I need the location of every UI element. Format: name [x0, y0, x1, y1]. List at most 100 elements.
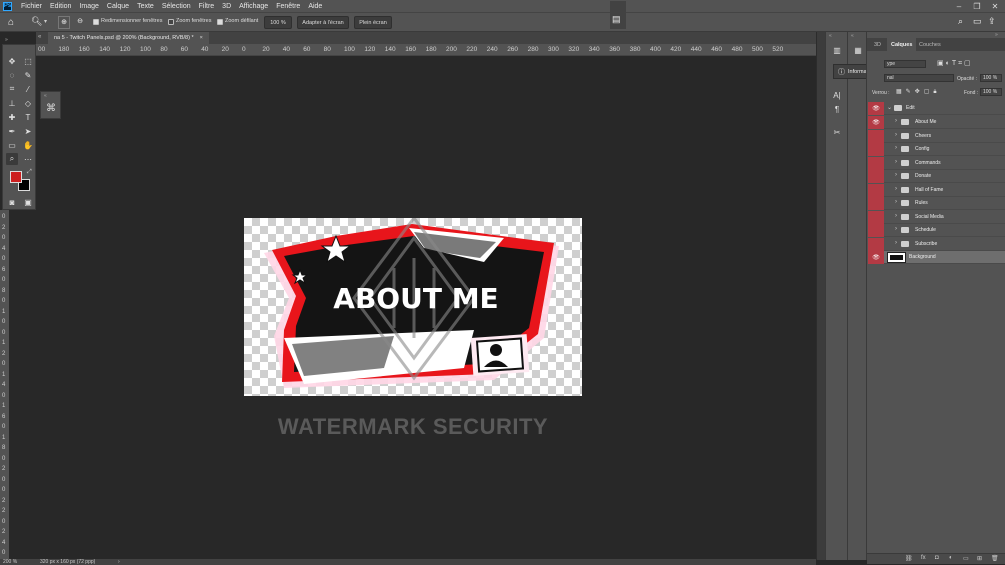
menu-affichage[interactable]: Affichage	[235, 3, 272, 10]
blend-mode-select[interactable]: nal	[884, 74, 954, 82]
menu-selection[interactable]: Sélection	[158, 3, 195, 10]
visibility-eye-icon[interactable]: 👁︎	[868, 251, 884, 264]
chevron-right-icon[interactable]: ›	[895, 118, 897, 124]
chevron-right-icon[interactable]: ›	[895, 186, 897, 192]
layer-kind-filter[interactable]: ype	[884, 60, 926, 68]
healing-tool-icon[interactable]: ✚	[6, 111, 18, 123]
document-canvas[interactable]: ABOUT ME	[244, 218, 582, 396]
fill-screen-button[interactable]: Plein écran	[354, 16, 392, 29]
menu-image[interactable]: Image	[75, 3, 102, 10]
visibility-eye-icon[interactable]: 👁︎	[868, 116, 884, 129]
zoom-all-windows-checkbox[interactable]	[168, 19, 174, 25]
menu-3d[interactable]: 3D	[218, 3, 235, 10]
link-layers-icon[interactable]: ⛓	[905, 555, 913, 562]
zoom-tool-icon[interactable]: ⌕	[6, 153, 18, 165]
visibility-eye-icon[interactable]	[868, 156, 884, 170]
layer-folder-row[interactable]: 👁︎ › About Me	[868, 116, 1005, 129]
menu-fichier[interactable]: Fichier	[17, 3, 46, 10]
collapse-toolbar-icon[interactable]: »	[5, 37, 8, 43]
layer-folder-row[interactable]: › Rules	[868, 197, 1005, 210]
visibility-eye-icon[interactable]	[868, 197, 884, 210]
status-zoom[interactable]: 200 %	[3, 559, 17, 565]
character-panel-icon[interactable]: A|	[830, 89, 844, 101]
menu-texte[interactable]: Texte	[133, 3, 158, 10]
new-group-icon[interactable]: ▭	[963, 555, 969, 562]
layer-folder-row[interactable]: › Schedule	[868, 224, 1005, 237]
document-tab[interactable]: na 5 - Twitch Panels.psd @ 200% (Backgro…	[48, 32, 209, 44]
hand-tool-icon[interactable]: ✋	[22, 139, 34, 151]
chevron-right-icon[interactable]: ›	[895, 132, 897, 138]
mini-panel-collapse-icon[interactable]: «	[44, 93, 47, 99]
glyph-panel-icon[interactable]: ⌘	[46, 103, 56, 114]
visibility-eye-icon[interactable]	[868, 170, 884, 183]
zoom-in-icon[interactable]: ⊕	[58, 16, 70, 29]
lock-icons[interactable]: ▦✎✥▢🔒︎	[896, 88, 941, 96]
arrange-documents-icon[interactable]: ▤	[612, 14, 621, 25]
share-icon[interactable]: ⇪	[988, 16, 996, 27]
add-mask-icon[interactable]: ◘	[935, 555, 939, 561]
shape-tool-icon[interactable]: ▭	[6, 139, 18, 151]
swap-colors-icon[interactable]: ⤢	[27, 169, 32, 176]
home-icon[interactable]: ⌂	[8, 17, 20, 28]
eyedropper-icon[interactable]: ⁄	[22, 83, 34, 95]
collapse-strip-icon[interactable]: «	[829, 33, 832, 39]
opacity-field[interactable]: 100 %	[980, 74, 1002, 82]
scrubby-zoom-checkbox[interactable]	[217, 19, 223, 25]
visibility-eye-icon[interactable]	[868, 183, 884, 197]
chevron-right-icon[interactable]: ›	[895, 199, 897, 205]
move-tool-icon[interactable]: ✥	[6, 55, 18, 67]
menu-fenetre[interactable]: Fenêtre	[272, 3, 304, 10]
layer-folder-row[interactable]: › Commands	[868, 156, 1005, 170]
visibility-eye-icon[interactable]	[868, 129, 884, 143]
eraser-icon[interactable]: ◇	[22, 97, 34, 109]
menu-calque[interactable]: Calque	[103, 3, 133, 10]
visibility-eye-icon[interactable]	[868, 210, 884, 224]
chevron-down-icon[interactable]: ⌄	[887, 104, 892, 111]
resize-windows-checkbox[interactable]	[93, 19, 99, 25]
screen-mode-icon[interactable]: ▣	[22, 196, 34, 208]
filter-icons[interactable]: ▣◐T⌗▢	[937, 59, 973, 68]
background-layer-row[interactable]: 👁︎ Background	[868, 251, 1005, 264]
paragraph-panel-icon[interactable]: ¶	[830, 103, 844, 115]
chevron-right-icon[interactable]: ›	[895, 240, 897, 246]
marquee-tool-icon[interactable]: ⬚	[22, 55, 34, 67]
path-select-icon[interactable]: ➤	[22, 125, 34, 137]
search-icon[interactable]: ⌕	[958, 16, 963, 27]
chevron-right-icon[interactable]: ›	[895, 159, 897, 165]
vertical-scrollbar[interactable]	[816, 32, 825, 560]
visibility-eye-icon[interactable]	[868, 224, 884, 237]
collapse-strip2-icon[interactable]: «	[851, 33, 854, 39]
lasso-tool-icon[interactable]: ◌	[6, 69, 18, 81]
swatches-panel-icon[interactable]: ▦	[851, 44, 865, 56]
layer-folder-row[interactable]: › Social Media	[868, 210, 1005, 224]
workspace-icon[interactable]: ▭	[973, 16, 982, 27]
tab-3d[interactable]: 3D	[870, 38, 885, 51]
layer-folder-row[interactable]: › Donate	[868, 170, 1005, 183]
layer-group-row[interactable]: 👁︎ ⌄ Edit	[868, 102, 1005, 115]
close-window-icon[interactable]: ✕	[986, 0, 1004, 12]
visibility-eye-icon[interactable]	[868, 143, 884, 156]
zoom-out-icon[interactable]: ⊖	[74, 16, 86, 29]
pen-tool-icon[interactable]: ✒	[6, 125, 18, 137]
chevron-right-icon[interactable]: ›	[895, 145, 897, 151]
zoom-tool-preset-icon[interactable]: 🔍︎	[31, 16, 42, 27]
status-more-icon[interactable]: ›	[118, 559, 120, 565]
layer-folder-row[interactable]: › Hall of Fame	[868, 183, 1005, 197]
stamp-tool-icon[interactable]: ⊥	[6, 97, 18, 109]
zoom-value-field[interactable]: 100 %	[264, 16, 292, 29]
chevron-down-icon[interactable]: ▾	[44, 18, 47, 25]
menu-aide[interactable]: Aide	[304, 3, 326, 10]
collapse-icon[interactable]: «	[38, 34, 41, 40]
menu-edition[interactable]: Edition	[46, 3, 75, 10]
fit-screen-button[interactable]: Adapter à l'écran	[297, 16, 349, 29]
visibility-eye-icon[interactable]	[868, 237, 884, 251]
new-layer-icon[interactable]: ⊞	[977, 555, 982, 562]
quick-mask-icon[interactable]: ◙	[6, 196, 18, 208]
crop-tool-icon[interactable]: ⌗	[6, 83, 18, 95]
menu-filtre[interactable]: Filtre	[195, 3, 219, 10]
chevron-right-icon[interactable]: ›	[895, 172, 897, 178]
close-tab-icon[interactable]: ×	[200, 35, 203, 41]
fill-field[interactable]: 100 %	[980, 88, 1002, 96]
restore-icon[interactable]: ❐	[968, 0, 986, 12]
quick-select-icon[interactable]: ✎	[22, 69, 34, 81]
